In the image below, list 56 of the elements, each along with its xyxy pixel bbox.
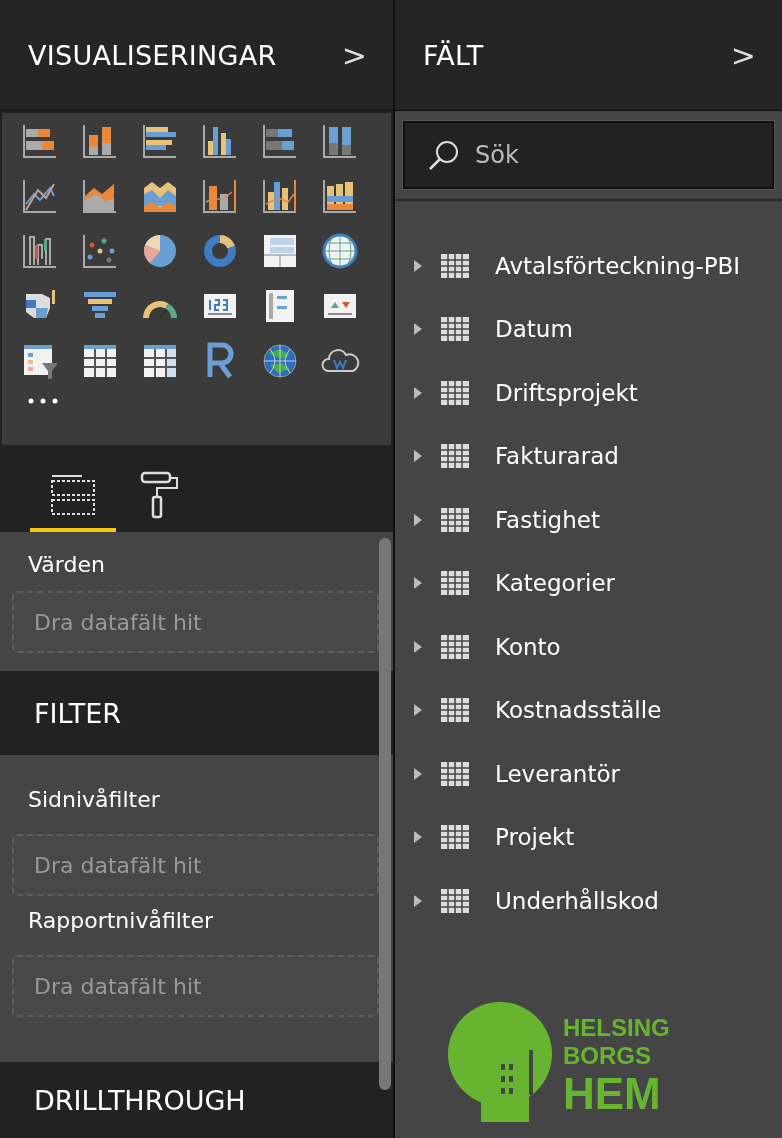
table-name[interactable]: Datum (495, 316, 573, 343)
table-name[interactable]: Konto (495, 633, 561, 660)
section-title: DRILLTHROUGH (34, 1084, 246, 1116)
table-icon (441, 698, 469, 723)
collapse-button[interactable]: > (337, 37, 371, 73)
table-icon (441, 380, 469, 405)
table-name[interactable]: Projekt (495, 824, 575, 851)
globe-icon[interactable] (320, 231, 360, 271)
table-icon (441, 253, 469, 278)
drop-field[interactable]: Dra datafält hit (12, 834, 379, 896)
drop-field[interactable]: Dra datafält hit (12, 591, 379, 653)
paint-roller-icon (140, 471, 180, 519)
section-title: FILTER (34, 697, 122, 729)
panel-title: VISUALISERINGAR (28, 39, 277, 71)
table-name[interactable]: Driftsprojekt (495, 379, 638, 406)
table-icon (441, 317, 469, 342)
table-name[interactable]: Fastighet (495, 506, 600, 533)
table-icon (441, 571, 469, 596)
logo-text: HELSING (563, 1014, 670, 1042)
expand-icon[interactable] (413, 830, 423, 845)
search-box[interactable]: Sök (403, 121, 774, 189)
expand-icon[interactable] (413, 322, 423, 337)
expand-icon[interactable] (413, 766, 423, 781)
panel-title: FÄLT (423, 39, 484, 71)
scrollbar[interactable] (379, 538, 391, 1090)
well-label: Rapportnivåfilter (27, 907, 215, 935)
expand-icon[interactable] (413, 703, 423, 718)
expand-icon[interactable] (413, 576, 423, 591)
table-icon (441, 444, 469, 469)
expand-icon[interactable] (413, 639, 423, 654)
table-icon (441, 888, 469, 913)
logo-text: HEM (563, 1069, 661, 1120)
table-name[interactable]: Kategorier (495, 570, 616, 597)
expand-icon[interactable] (413, 258, 423, 273)
well-label: Värden (27, 551, 106, 579)
table-name[interactable]: Fakturarad (495, 443, 619, 470)
expand-icon[interactable] (413, 385, 423, 400)
well-label: Sidnivåfilter (27, 786, 161, 814)
expand-icon[interactable] (413, 893, 423, 908)
collapse-button[interactable]: > (726, 37, 760, 73)
search-input[interactable]: Sök (473, 140, 757, 170)
table-icon (441, 634, 469, 659)
globe-icon[interactable] (260, 341, 300, 381)
expand-icon[interactable] (413, 512, 423, 527)
expand-icon[interactable] (413, 449, 423, 464)
table-name[interactable]: Kostnadsställe (495, 697, 662, 724)
table-name[interactable]: Avtalsförteckning-PBI (495, 252, 741, 279)
logo-text: BORGS (563, 1041, 651, 1070)
fields-icon (50, 472, 96, 518)
search-icon (427, 138, 461, 172)
table-name[interactable]: Leverantör (495, 760, 620, 787)
table-icon (441, 825, 469, 850)
table-icon (441, 507, 469, 532)
drop-field[interactable]: Dra datafält hit (12, 955, 379, 1017)
table-icon (441, 761, 469, 786)
table-name[interactable]: Underhållskod (495, 887, 659, 914)
